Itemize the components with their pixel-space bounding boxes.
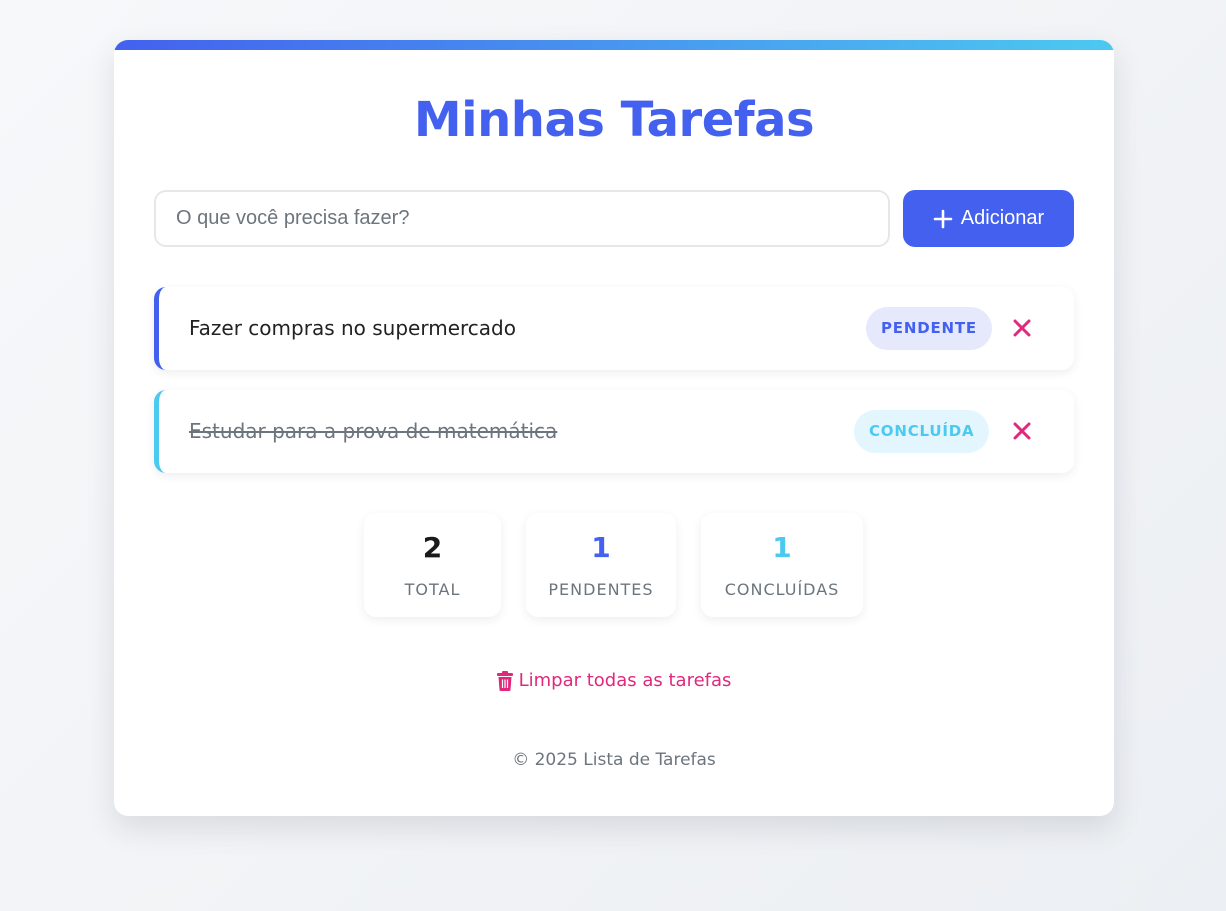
new-task-input[interactable] [154, 190, 890, 247]
task-item[interactable]: Estudar para a prova de matemática CONCL… [154, 390, 1074, 473]
stat-value: 2 [422, 531, 443, 564]
stat-label: PENDENTES [548, 580, 654, 599]
add-task-button[interactable]: Adicionar [903, 190, 1074, 247]
footer-text: © 2025 Lista de Tarefas [512, 750, 716, 770]
stat-value: 1 [772, 531, 792, 564]
clear-all-button[interactable]: Limpar todas as tarefas [114, 670, 1114, 691]
stat-label: TOTAL [404, 580, 461, 599]
stat-total: 2 TOTAL [364, 513, 501, 617]
plus-icon [933, 209, 953, 228]
gradient-accent-bar [114, 40, 1114, 50]
clear-all-label: Limpar todas as tarefas [518, 670, 732, 691]
task-text: Fazer compras no supermercado [189, 316, 516, 340]
stat-value: 1 [591, 531, 611, 564]
page-title: Minhas Tarefas [413, 92, 815, 148]
trash-icon [496, 670, 513, 691]
stat-pending: 1 PENDENTES [526, 513, 676, 617]
status-badge: PENDENTE [866, 307, 992, 350]
todo-card: Minhas Tarefas Adicionar Fazer compras n… [114, 40, 1114, 816]
stat-label: CONCLUÍDAS [724, 580, 840, 599]
status-badge: CONCLUÍDA [854, 410, 990, 453]
close-icon[interactable] [1011, 317, 1033, 339]
task-item[interactable]: Fazer compras no supermercado PENDENTE [154, 287, 1074, 370]
add-button-label: Adicionar [960, 207, 1045, 229]
task-text: Estudar para a prova de matemática [189, 419, 558, 443]
close-icon[interactable] [1011, 420, 1033, 442]
stat-completed: 1 CONCLUÍDAS [701, 513, 863, 617]
